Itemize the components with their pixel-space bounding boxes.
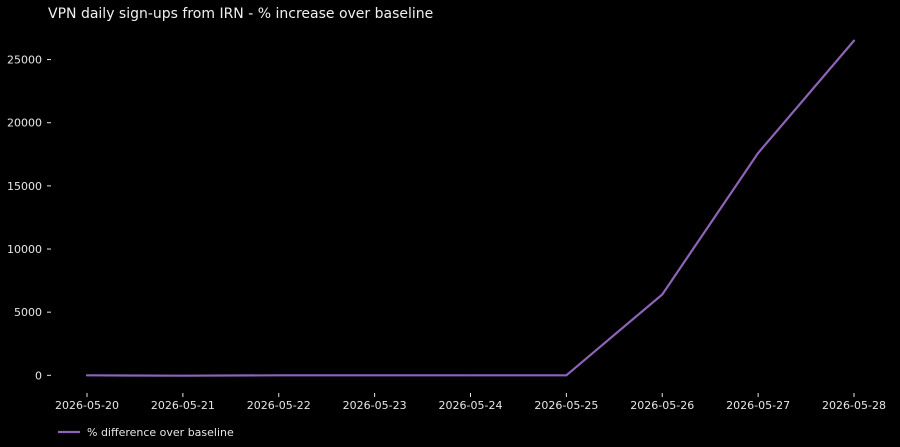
data-point xyxy=(661,293,664,296)
x-tick-label: 2026-05-20 xyxy=(55,399,119,412)
y-tick-label: 10000 xyxy=(7,243,42,256)
data-point xyxy=(565,374,568,377)
x-tick-label: 2026-05-25 xyxy=(534,399,598,412)
data-point xyxy=(277,374,280,377)
x-tick-label: 2026-05-22 xyxy=(247,399,311,412)
y-tick-label: 0 xyxy=(35,369,42,382)
data-point xyxy=(853,39,855,42)
y-tick-label: 20000 xyxy=(7,117,42,130)
line-chart: 0 5000 10000 15000 20000 25000 2026-05-20 2026-… xyxy=(7,39,886,439)
x-tick-label: 2026-05-23 xyxy=(343,399,407,412)
data-point xyxy=(86,374,88,377)
data-point xyxy=(757,152,759,154)
x-tick-label: 2026-05-26 xyxy=(630,399,694,412)
x-tick-label: 2026-05-28 xyxy=(822,399,886,412)
y-tick-label: 15000 xyxy=(7,180,42,193)
chart-container: VPN daily sign-ups from IRN - % increase… xyxy=(0,0,900,447)
x-tick-label: 2026-05-27 xyxy=(726,399,790,412)
data-point xyxy=(373,374,376,377)
y-tick-label: 25000 xyxy=(7,54,42,67)
data-point xyxy=(182,374,184,377)
x-tick-label: 2026-05-24 xyxy=(439,399,503,412)
legend-label: % difference over baseline xyxy=(87,426,234,439)
series-line xyxy=(85,39,856,377)
x-tick-label: 2026-05-21 xyxy=(151,399,215,412)
y-tick-label: 5000 xyxy=(14,306,42,319)
data-point xyxy=(469,374,472,377)
